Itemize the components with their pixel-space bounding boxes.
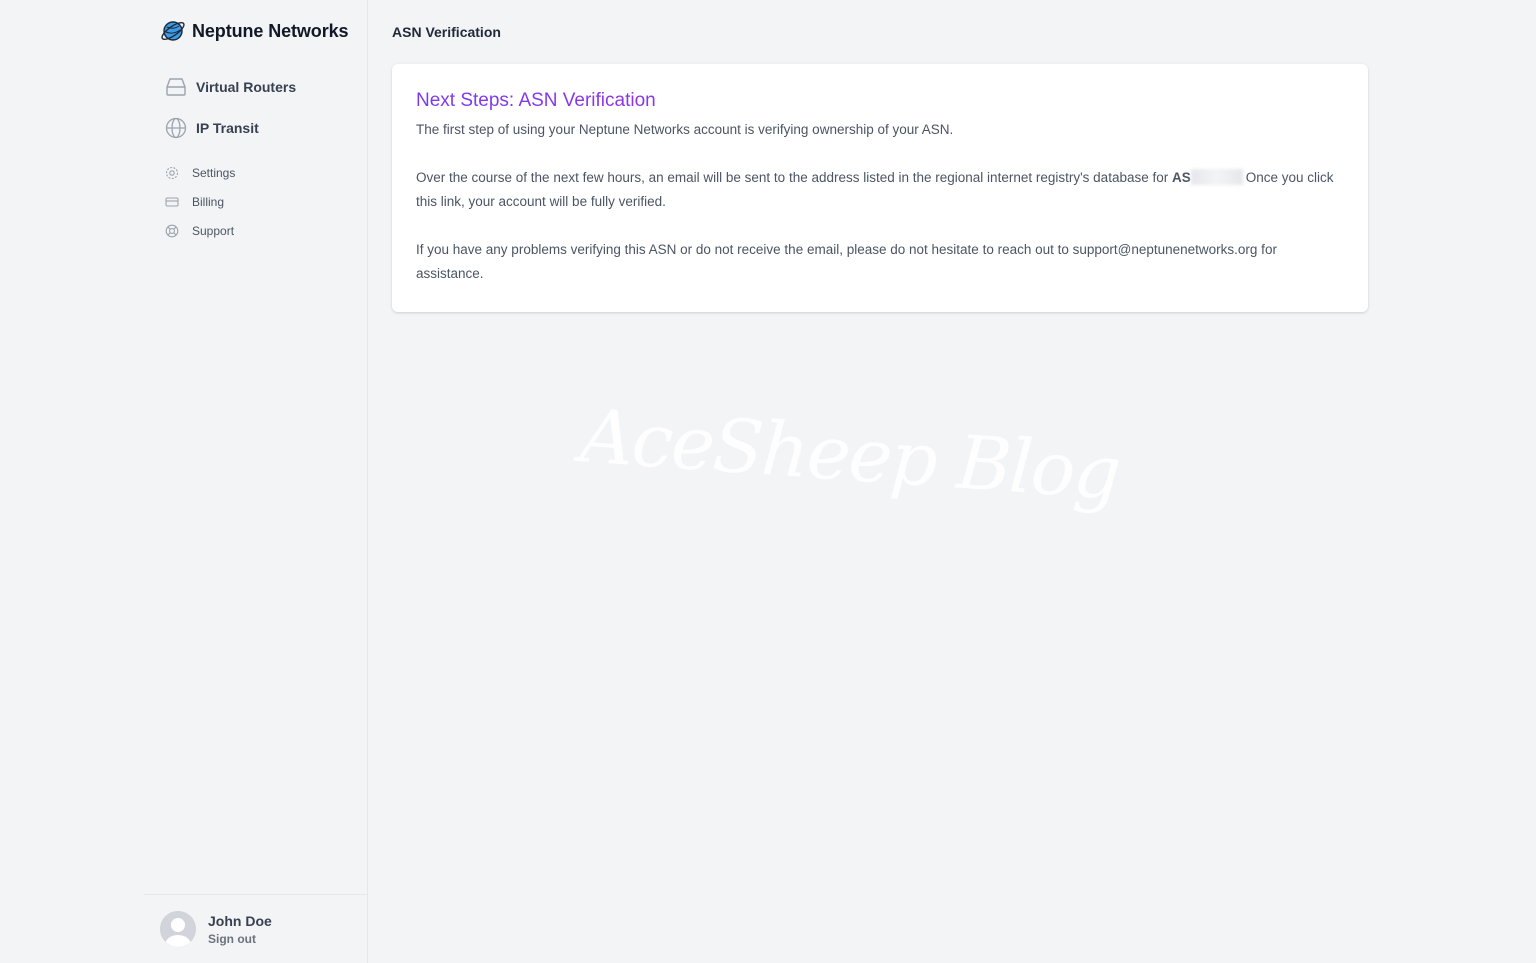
sidebar: Neptune Networks Virtual Routers IP Tran… xyxy=(144,0,368,963)
sidebar-item-label: Billing xyxy=(192,195,225,209)
intro-paragraph: The first step of using your Neptune Net… xyxy=(416,122,954,137)
sidebar-item-label: Support xyxy=(192,224,235,238)
card-heading: Next Steps: ASN Verification xyxy=(416,90,1344,112)
sidebar-item-ip-transit[interactable]: IP Transit xyxy=(164,113,354,143)
verification-card: Next Steps: ASN Verification The first s… xyxy=(392,64,1368,312)
gear-icon xyxy=(164,165,180,181)
support-paragraph: If you have any problems verifying this … xyxy=(416,242,1277,281)
main-nav: Virtual Routers IP Transit xyxy=(164,72,354,154)
app-root: Neptune Networks Virtual Routers IP Tran… xyxy=(0,0,1536,963)
credit-card-icon xyxy=(164,194,180,210)
asn-number: AS xyxy=(1171,170,1191,185)
sidebar-item-virtual-routers[interactable]: Virtual Routers xyxy=(164,72,354,102)
planet-logo-icon xyxy=(160,18,186,44)
email-paragraph: Over the course of the next few hours, a… xyxy=(416,166,1344,214)
sidebar-item-label: Settings xyxy=(192,166,236,180)
secondary-nav: Settings Billing Support xyxy=(164,162,354,249)
email-paragraph-text: Over the course of the next few hours, a… xyxy=(416,170,1172,185)
page-title: ASN Verification xyxy=(392,24,501,40)
user-name: John Doe xyxy=(208,912,272,929)
globe-icon xyxy=(164,116,188,140)
sidebar-item-label: Virtual Routers xyxy=(196,79,297,95)
lifebuoy-icon xyxy=(164,223,180,239)
avatar[interactable] xyxy=(160,911,196,947)
brand[interactable]: Neptune Networks xyxy=(160,18,349,44)
sidebar-item-billing[interactable]: Billing xyxy=(164,191,354,213)
sidebar-item-support[interactable]: Support xyxy=(164,220,354,242)
server-icon xyxy=(164,75,188,99)
redacted-asn xyxy=(1190,169,1243,185)
brand-name: Neptune Networks xyxy=(192,20,349,41)
watermark: AceSheep Blog xyxy=(577,393,1122,517)
sidebar-item-label: IP Transit xyxy=(196,120,259,136)
sidebar-item-settings[interactable]: Settings xyxy=(164,162,354,184)
user-profile: John Doe Sign out xyxy=(144,894,367,963)
sign-out-link[interactable]: Sign out xyxy=(208,932,272,946)
user-text: John Doe Sign out xyxy=(208,913,272,946)
